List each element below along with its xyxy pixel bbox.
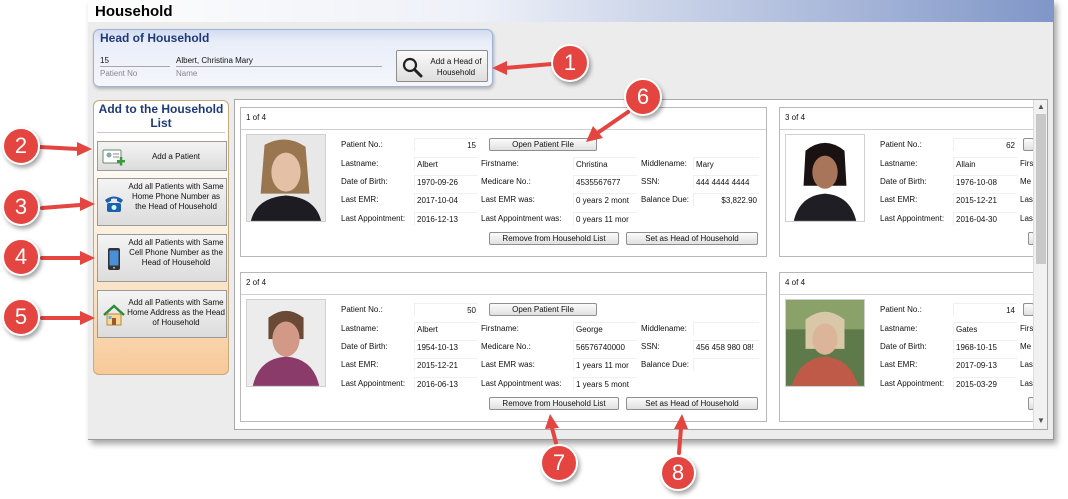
arrow-8 xyxy=(677,426,683,455)
arrow-3 xyxy=(40,203,82,210)
callout-6: 6 xyxy=(624,78,662,116)
callout-5: 5 xyxy=(2,298,40,336)
callout-2: 2 xyxy=(2,127,40,165)
callout-8: 8 xyxy=(660,455,696,491)
arrow-2 xyxy=(38,145,80,151)
arrow-7 xyxy=(550,426,558,445)
callout-1: 1 xyxy=(551,44,589,82)
callout-7: 7 xyxy=(540,444,578,482)
annotation-arrows xyxy=(38,61,688,455)
callout-4: 4 xyxy=(2,238,40,276)
arrow-1 xyxy=(503,62,554,70)
arrow-6 xyxy=(594,110,630,136)
callout-3: 3 xyxy=(2,188,40,226)
